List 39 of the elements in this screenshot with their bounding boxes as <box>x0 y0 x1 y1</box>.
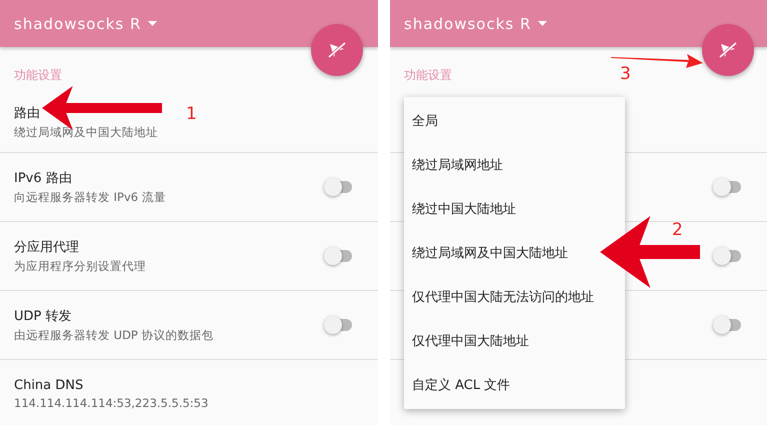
toggle-switch[interactable] <box>324 316 352 334</box>
caret-icon[interactable] <box>148 21 158 26</box>
connect-button[interactable] <box>702 24 754 76</box>
toggle-switch[interactable] <box>324 178 352 196</box>
toggle-switch[interactable] <box>713 178 741 196</box>
row-title: 分应用代理 <box>14 239 79 256</box>
connect-button[interactable] <box>311 24 363 76</box>
step-number: 3 <box>620 64 631 84</box>
menu-item[interactable]: 仅代理中国大陆地址 <box>404 319 531 363</box>
settings-row[interactable]: 分应用代理 为应用程序分别设置代理 <box>0 222 378 291</box>
row-subtitle: 114.114.114.114:53,223.5.5.5:53 <box>14 396 208 410</box>
menu-item[interactable]: 绕过中国大陆地址 <box>404 187 518 231</box>
arrow-icon <box>600 216 700 288</box>
section-header: 功能设置 <box>404 67 452 84</box>
row-title: UDP 转发 <box>14 308 72 325</box>
toggle-switch[interactable] <box>713 247 741 265</box>
settings-row[interactable]: IPv6 路由 向远程服务器转发 IPv6 流量 <box>0 153 378 222</box>
row-subtitle: 向远程服务器转发 IPv6 流量 <box>14 190 166 205</box>
row-subtitle: 为应用程序分别设置代理 <box>14 259 146 274</box>
row-subtitle: 绕过局域网及中国大陆地址 <box>14 124 158 140</box>
section-header: 功能设置 <box>14 67 62 84</box>
caret-icon[interactable] <box>538 21 548 26</box>
plane-off-icon <box>718 40 738 60</box>
row-title: China DNS <box>14 378 84 393</box>
toggle-switch[interactable] <box>324 247 352 265</box>
step-number: 2 <box>672 220 683 240</box>
menu-item[interactable]: 绕过局域网及中国大陆地址 <box>404 231 570 275</box>
step-number: 1 <box>186 104 197 124</box>
settings-row[interactable]: China DNS 114.114.114.114:53,223.5.5.5:53 <box>0 360 378 425</box>
row-title: IPv6 路由 <box>14 170 72 187</box>
menu-item[interactable]: 绕过局域网地址 <box>404 143 505 187</box>
menu-item[interactable]: 全局 <box>404 99 440 143</box>
menu-item[interactable]: 仅代理中国大陆无法访问的地址 <box>404 275 596 319</box>
row-subtitle: 由远程服务器转发 UDP 协议的数据包 <box>14 328 214 343</box>
row-title: 路由 <box>14 104 40 122</box>
toggle-switch[interactable] <box>713 316 741 334</box>
menu-item[interactable]: 自定义 ACL 文件 <box>404 363 512 407</box>
settings-row[interactable]: UDP 转发 由远程服务器转发 UDP 协议的数据包 <box>0 291 378 360</box>
plane-off-icon <box>327 40 347 60</box>
